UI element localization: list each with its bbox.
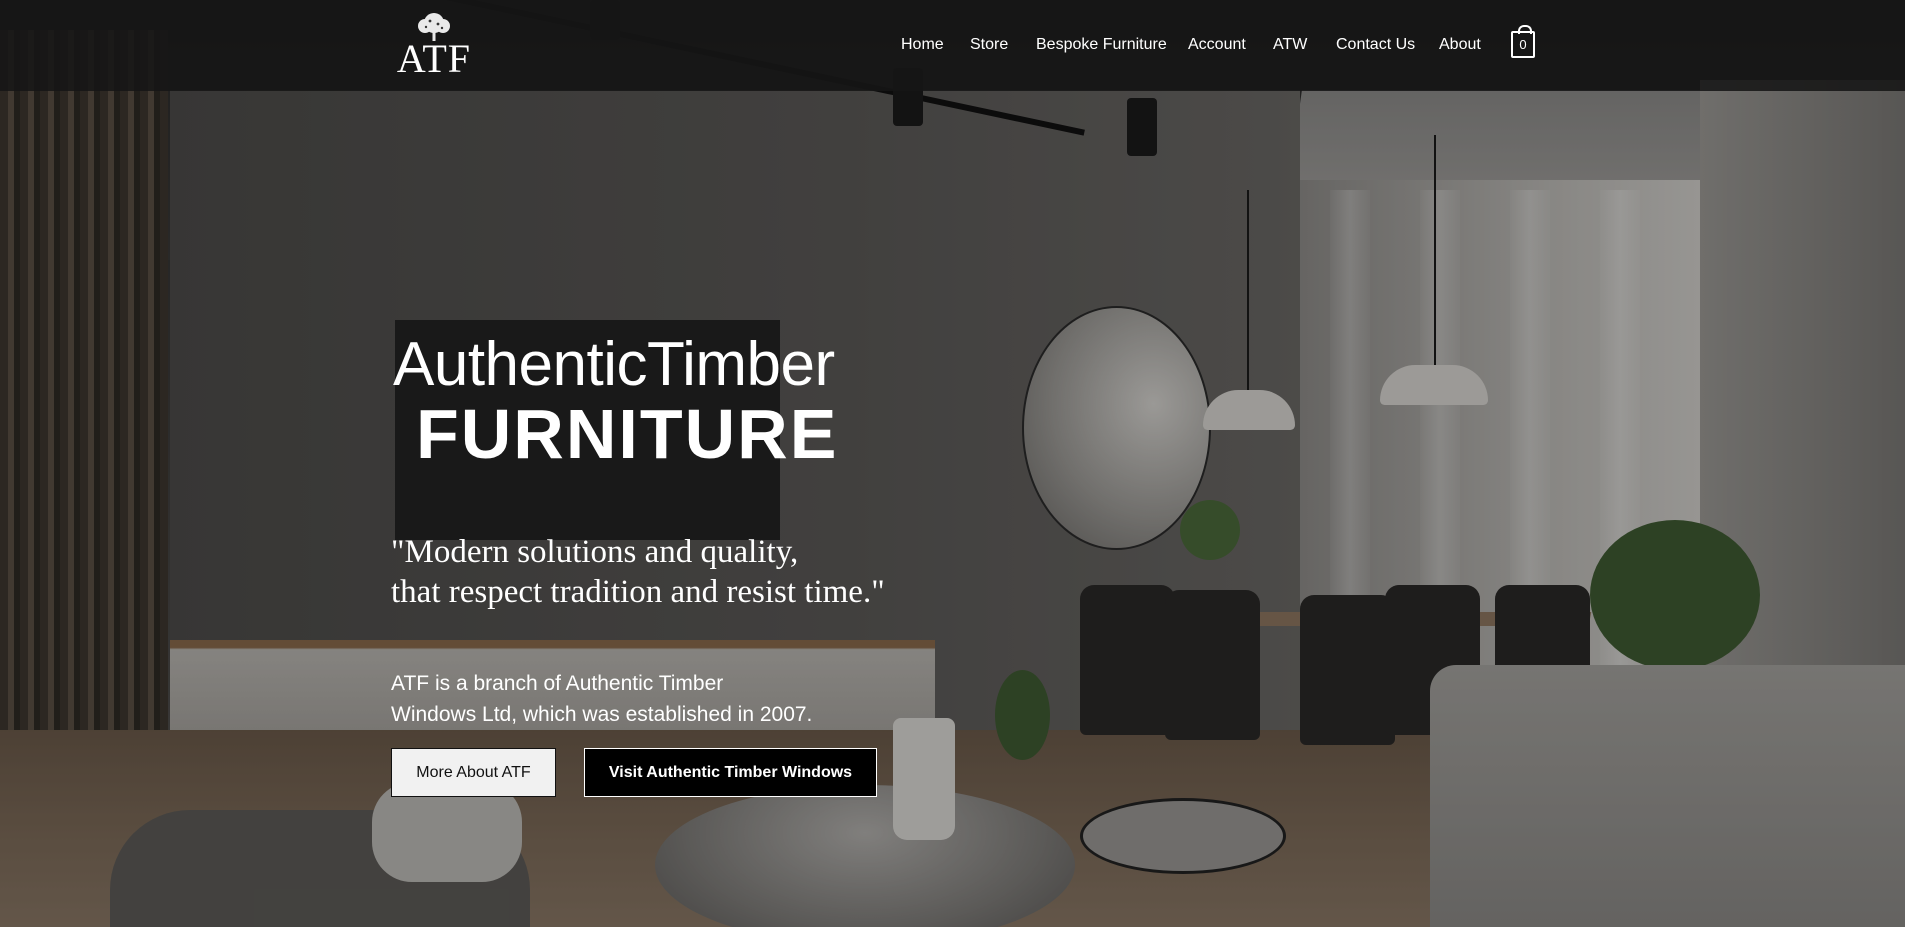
nav-contact-us[interactable]: Contact Us: [1336, 36, 1415, 54]
nav-about[interactable]: About: [1439, 36, 1481, 54]
nav-bespoke-furniture[interactable]: Bespoke Furniture: [1036, 36, 1167, 54]
shopping-bag-icon: [1518, 25, 1532, 34]
hero-title-line2: FURNITURE: [416, 395, 839, 473]
cart-button[interactable]: 0: [1511, 25, 1535, 58]
nav-home[interactable]: Home: [901, 36, 944, 54]
hero-title-line1: AuthenticTimber: [393, 330, 835, 399]
visit-atw-button[interactable]: Visit Authentic Timber Windows: [584, 748, 877, 797]
hero-overlay: [0, 0, 1905, 927]
logo-text: ATF: [396, 36, 472, 81]
hero-description-line1: ATF is a branch of Authentic Timber: [391, 672, 724, 695]
site-logo[interactable]: ATF: [396, 12, 472, 81]
more-about-atf-button[interactable]: More About ATF: [391, 748, 556, 797]
hero-quote-line1: "Modern solutions and quality,: [391, 534, 799, 570]
nav-store[interactable]: Store: [970, 36, 1008, 54]
hero-description-line2: Windows Ltd, which was established in 20…: [391, 703, 813, 726]
hero-background-image: [0, 0, 1905, 927]
nav-account[interactable]: Account: [1188, 36, 1246, 54]
hero-description: ATF is a branch of Authentic Timber Wind…: [391, 668, 812, 730]
site-header: ATF Home Store Bespoke Furniture Account…: [0, 0, 1905, 91]
cart-count: 0: [1519, 37, 1527, 52]
nav-atw[interactable]: ATW: [1273, 36, 1307, 54]
hero-quote-line2: that respect tradition and resist time.": [391, 574, 885, 610]
hero-quote: "Modern solutions and quality, that resp…: [391, 532, 885, 612]
